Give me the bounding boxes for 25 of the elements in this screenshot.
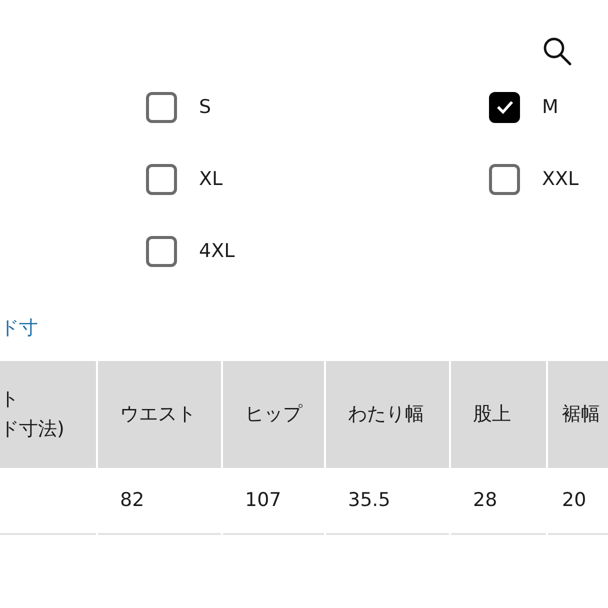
checkbox[interactable]: [146, 164, 177, 194]
table-cell: 20: [548, 468, 608, 534]
header-text: 裾幅: [562, 402, 601, 427]
header-text: ヒップ: [245, 402, 304, 427]
table-cell: 28: [451, 468, 546, 534]
checkbox[interactable]: [146, 236, 177, 266]
header-text: ト: [0, 386, 20, 412]
size-guide-link[interactable]: ド寸: [0, 314, 38, 342]
size-label: 4XL: [199, 238, 235, 264]
header-text: ド寸法): [0, 417, 66, 442]
search-icon[interactable]: [542, 36, 572, 66]
size-label: XL: [199, 166, 223, 192]
size-label: M: [542, 94, 558, 120]
checkbox[interactable]: [489, 92, 520, 122]
header-text: ウエスト: [120, 402, 197, 427]
size-label: XXL: [542, 166, 579, 192]
header-text: 股上: [473, 402, 512, 427]
size-label: S: [199, 94, 212, 120]
table-cell: 82: [98, 468, 221, 534]
checkbox[interactable]: [489, 164, 520, 194]
table-cell: 107: [223, 468, 324, 534]
header-text: わたり幅: [348, 402, 425, 427]
check-icon: [496, 100, 514, 114]
table-cell: 35.5: [326, 468, 449, 534]
checkbox[interactable]: [146, 92, 177, 122]
